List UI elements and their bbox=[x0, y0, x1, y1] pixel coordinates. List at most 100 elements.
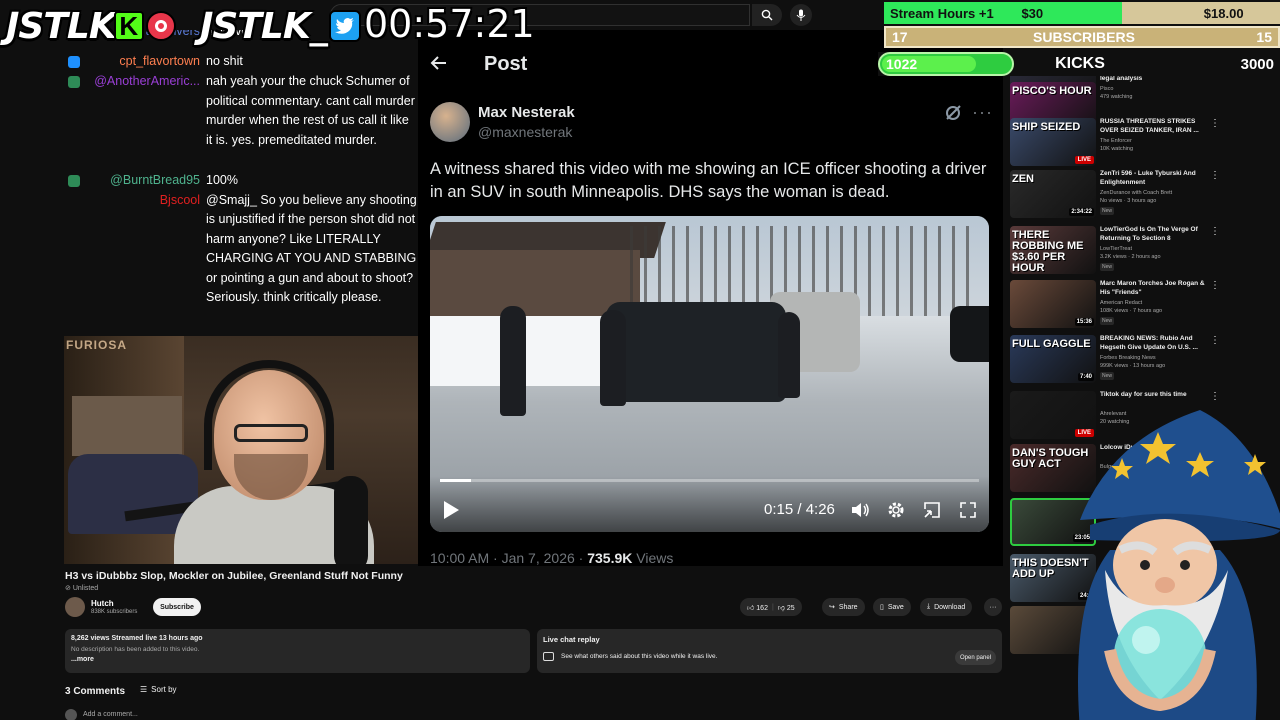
recommended-channel[interactable]: The Enforcer bbox=[1100, 138, 1132, 144]
video-player[interactable]: 0:15 / 4:26 bbox=[430, 216, 989, 532]
channel-avatar[interactable] bbox=[65, 597, 85, 617]
comments-count: 3 Comments bbox=[65, 686, 126, 697]
thumbnail-text: ZEN bbox=[1012, 173, 1034, 185]
recommended-video[interactable]: THERE ROBBING ME $3.60 PER HOUR LowTierGo… bbox=[1008, 224, 1280, 276]
more-vertical-icon[interactable]: ⋮ bbox=[1210, 335, 1220, 346]
wizard-mascot bbox=[1078, 410, 1280, 720]
author-name[interactable]: Max Nesterak bbox=[478, 104, 575, 121]
x-post: Post Max Nesterak @maxnesterak ··· A wit… bbox=[418, 30, 1003, 566]
volume-icon[interactable] bbox=[850, 500, 870, 520]
recommended-title[interactable]: RUSSIA THREATENS STRIKES OVER SEIZED TAN… bbox=[1100, 118, 1208, 135]
kicks-goal: 1022 KICKS 3000 bbox=[878, 52, 1280, 76]
more-options-icon[interactable]: ··· bbox=[972, 102, 993, 123]
chat-username[interactable]: @BurntBread95 bbox=[110, 171, 200, 191]
sort-by-button[interactable]: ☰ Sort by bbox=[140, 685, 177, 694]
chat-username[interactable]: @AnotherAmeric... bbox=[94, 72, 200, 92]
stream-hours-label: Stream Hours +1 bbox=[890, 5, 994, 21]
chat-overlay: rahedivers hiolieve cpt_flavortownno shi… bbox=[64, 30, 418, 336]
video-thumbnail[interactable]: 15:36 bbox=[1010, 280, 1096, 328]
thumbs-up-icon: 👍︎ bbox=[747, 604, 755, 612]
chat-text: 100% bbox=[206, 172, 238, 187]
open-panel-button[interactable]: Open panel bbox=[955, 650, 997, 665]
subscribers-current: 17 bbox=[892, 29, 908, 45]
chat-username[interactable]: Bjscool bbox=[160, 191, 200, 211]
thumbnail-text: FULL GAGGLE bbox=[1012, 338, 1091, 350]
description-box[interactable]: 8,262 views Streamed live 13 hours ago N… bbox=[65, 629, 530, 673]
thumbnail-text: SHIP SEIZED bbox=[1012, 121, 1081, 133]
recommended-channel[interactable]: LowTierTreat bbox=[1100, 246, 1132, 252]
video-thumbnail[interactable]: THERE ROBBING ME $3.60 PER HOUR bbox=[1010, 226, 1096, 274]
twitter-bird-icon bbox=[328, 10, 361, 42]
chat-replay-text: See what others said about this video wh… bbox=[561, 653, 718, 660]
search-icon bbox=[761, 9, 773, 21]
chat-replay-title: Live chat replay bbox=[543, 635, 600, 644]
bookmark-icon: ▯ bbox=[880, 604, 884, 611]
share-button[interactable]: ↪ Share bbox=[822, 598, 865, 616]
new-badge: New bbox=[1100, 207, 1115, 215]
play-icon[interactable] bbox=[442, 500, 460, 520]
recommended-video[interactable]: 15:36 Marc Maron Torches Joe Rogan & His … bbox=[1008, 278, 1280, 330]
video-parked-car bbox=[950, 306, 989, 362]
chat-text: @Smajj_ So you believe any shooting is u… bbox=[206, 192, 417, 305]
post-text: A witness shared this video with me show… bbox=[430, 160, 987, 201]
back-arrow-icon[interactable] bbox=[430, 52, 448, 78]
recommended-title[interactable]: ZenTri 596 - Luke Tyburski And Enlighten… bbox=[1100, 170, 1208, 187]
grok-icon[interactable] bbox=[944, 104, 962, 122]
voice-search-button[interactable] bbox=[790, 4, 812, 26]
chat-text: no shit bbox=[206, 54, 243, 68]
dislike-button[interactable]: 👎︎ 25 bbox=[778, 603, 795, 612]
video-title: H3 vs iDubbbz Slop, Mockler on Jubilee, … bbox=[65, 570, 403, 582]
add-comment-input[interactable]: Add a comment... bbox=[83, 711, 138, 718]
channel-name[interactable]: Hutch bbox=[91, 599, 114, 608]
recommended-title[interactable]: Marc Maron Torches Joe Rogan & His "Frie… bbox=[1100, 280, 1208, 297]
recommended-meta: 108K views · 7 hours ago bbox=[1100, 308, 1163, 314]
settings-gear-icon[interactable] bbox=[886, 500, 906, 520]
recommended-channel[interactable]: Forbes Breaking News bbox=[1100, 355, 1156, 361]
microphone bbox=[334, 476, 368, 564]
recommended-video[interactable]: SHIP SEIZED LIVE RUSSIA THREATENS STRIKES … bbox=[1008, 116, 1280, 168]
save-button[interactable]: ▯ Save bbox=[873, 598, 911, 616]
recommended-meta: 999K views · 13 hours ago bbox=[1100, 363, 1166, 369]
pip-icon[interactable] bbox=[922, 500, 942, 520]
more-vertical-icon[interactable]: ⋮ bbox=[1210, 170, 1220, 181]
video-thumbnail[interactable]: ZEN 2:34:22 bbox=[1010, 170, 1096, 218]
post-timestamp: 10:00 AM · Jan 7, 2026 · bbox=[430, 550, 588, 566]
like-button[interactable]: 👍︎ 162 bbox=[747, 603, 768, 612]
author-handle[interactable]: @maxnesterak bbox=[478, 124, 572, 140]
chat-username[interactable]: cpt_flavortown bbox=[119, 52, 200, 72]
subscribe-button[interactable]: Subscribe bbox=[153, 598, 201, 616]
new-badge: New bbox=[1100, 317, 1115, 325]
recommended-title[interactable]: BREAKING NEWS: Rubio And Hegseth Give Up… bbox=[1100, 335, 1208, 352]
stream-hours-goal: Stream Hours +1 $18.00 $30 bbox=[884, 2, 1280, 24]
fullscreen-icon[interactable] bbox=[958, 500, 978, 520]
recommended-meta: 3.2K views · 2 hours ago bbox=[1100, 254, 1161, 260]
recommended-channel[interactable]: ZenDurance with Coach Brett bbox=[1100, 190, 1172, 196]
webcam-feed: FURIOSA bbox=[64, 336, 418, 564]
more-vertical-icon[interactable]: ⋮ bbox=[1210, 280, 1220, 291]
stream-timer: 00:57:21 bbox=[364, 2, 535, 46]
recommended-video[interactable]: ZEN 2:34:22 ZenTri 596 - Luke Tyburski And… bbox=[1008, 168, 1280, 220]
description-more-link[interactable]: ...more bbox=[71, 656, 94, 663]
more-actions-button[interactable]: ··· bbox=[984, 598, 1002, 616]
unlisted-badge: ⊘ Unlisted bbox=[65, 585, 99, 592]
more-vertical-icon[interactable]: ⋮ bbox=[1210, 76, 1220, 77]
video-thumbnail[interactable]: FULL GAGGLE 7:40 bbox=[1010, 335, 1096, 383]
recommended-channel[interactable]: American Redact bbox=[1100, 300, 1142, 306]
post-header-title: Post bbox=[484, 53, 528, 75]
video-progress-bar[interactable] bbox=[440, 479, 979, 482]
recommended-video[interactable]: FULL GAGGLE 7:40 BREAKING NEWS: Rubio And … bbox=[1008, 333, 1280, 385]
download-button[interactable]: ⤓ Download bbox=[920, 598, 973, 616]
description-views: 8,262 views Streamed live 13 hours ago bbox=[71, 635, 203, 642]
more-vertical-icon[interactable]: ⋮ bbox=[1210, 118, 1220, 129]
recommended-title[interactable]: Tiktok day for sure this time bbox=[1100, 391, 1208, 400]
description-text: No description has been added to this vi… bbox=[71, 646, 200, 653]
x-brand-logo: JSTLK_ bbox=[200, 4, 361, 48]
record-icon bbox=[145, 11, 176, 41]
chat-badge-icon bbox=[68, 76, 80, 89]
search-button[interactable] bbox=[752, 4, 782, 26]
more-vertical-icon[interactable]: ⋮ bbox=[1210, 226, 1220, 237]
video-thumbnail[interactable]: SHIP SEIZED LIVE bbox=[1010, 118, 1096, 166]
recommended-title[interactable]: LowTierGod Is On The Verge Of Returning … bbox=[1100, 226, 1208, 243]
recommended-meta: No views · 3 hours ago bbox=[1100, 198, 1157, 204]
author-avatar[interactable] bbox=[430, 102, 470, 142]
